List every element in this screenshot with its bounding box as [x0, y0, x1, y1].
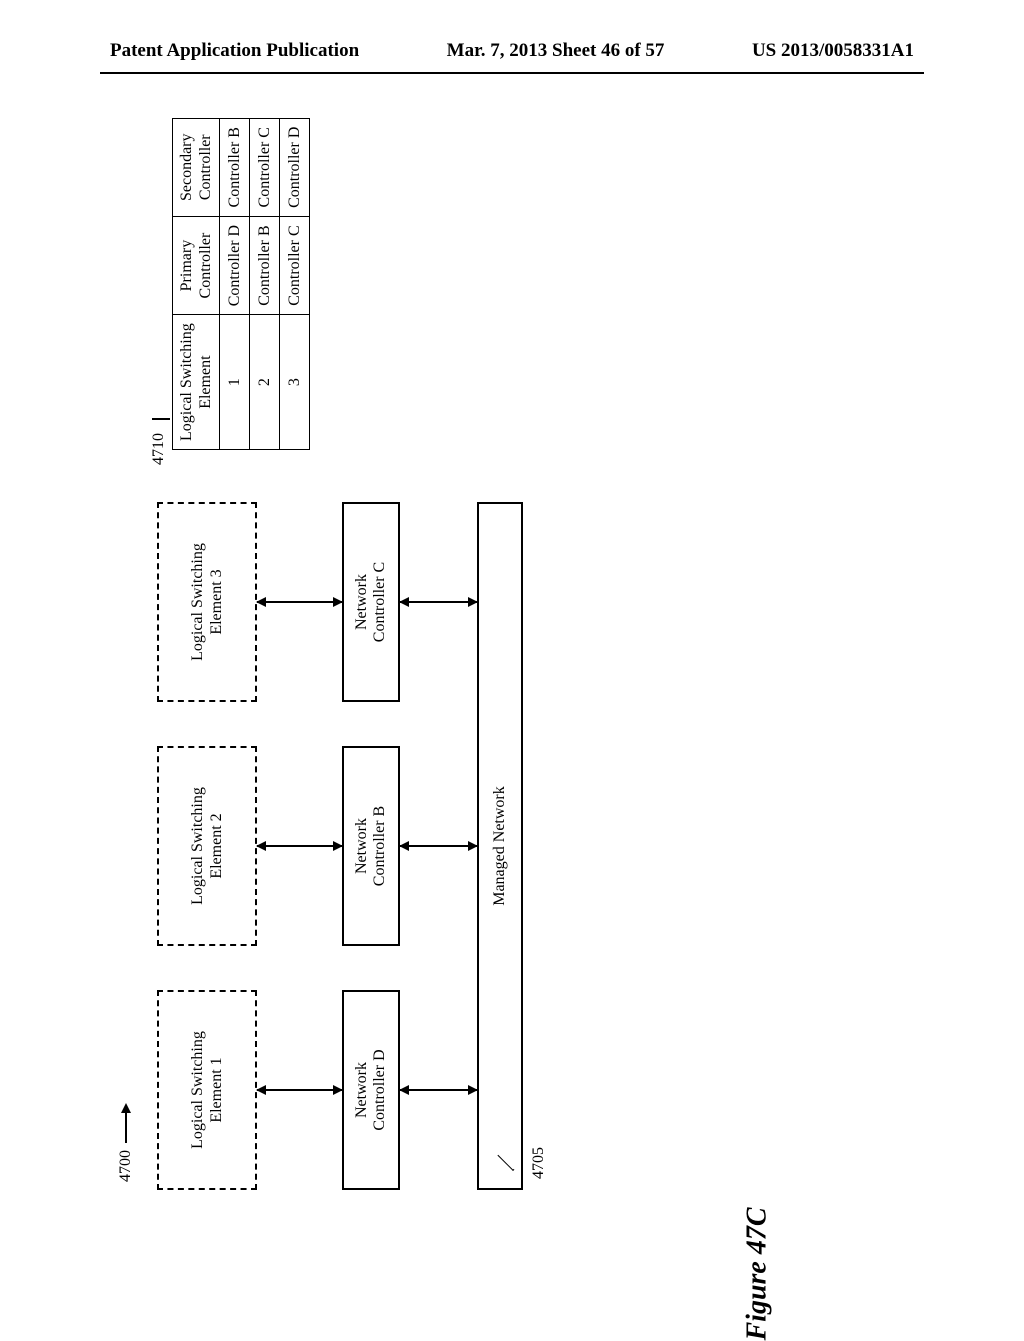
lse-3-line1: Logical Switching — [189, 543, 206, 661]
cell-lse-2: 2 — [250, 315, 280, 450]
connector-lse2-ctrl — [257, 845, 342, 847]
cell-pri-1: Controller D — [220, 216, 250, 314]
table-row: 3 Controller C Controller D — [280, 118, 310, 449]
cell-sec-1: Controller B — [220, 118, 250, 216]
table-row: 2 Controller B Controller C — [250, 118, 280, 449]
cell-sec-3: Controller D — [280, 118, 310, 216]
ctrl-1-line1: Network — [353, 1062, 370, 1118]
cell-lse-1: 1 — [220, 315, 250, 450]
controller-box-d: Network Controller D — [342, 990, 400, 1190]
connector-lse1-ctrl — [257, 1089, 342, 1091]
diagram-canvas: 4700 Logical Switching Element 1 Logical… — [102, 110, 922, 1210]
lse-box-2: Logical Switching Element 2 — [157, 746, 257, 946]
header-left: Patent Application Publication — [110, 40, 359, 62]
header-divider — [100, 72, 924, 74]
arrow-icon — [125, 1105, 127, 1143]
ctrl-2-line1: Network — [353, 818, 370, 874]
controller-box-b: Network Controller B — [342, 746, 400, 946]
th-pri-l1: Primary — [178, 240, 195, 292]
lse-row: Logical Switching Element 1 Logical Swit… — [157, 502, 257, 1190]
ref-network: 4705 — [530, 1147, 548, 1205]
lse-box-3: Logical Switching Element 3 — [157, 502, 257, 702]
controller-assignment-table: Logical Switching Element Primary Contro… — [172, 118, 310, 450]
connector-lse3-ctrl — [257, 601, 342, 603]
ref-main: 4700 — [117, 1105, 135, 1182]
ref-table-number: 4710 — [150, 433, 168, 465]
th-lse: Logical Switching Element — [173, 315, 220, 450]
table-row: 1 Controller D Controller B — [220, 118, 250, 449]
lse-2-line2: Element 2 — [208, 813, 225, 878]
cell-pri-3: Controller C — [280, 216, 310, 314]
leader-line-table-icon — [152, 418, 170, 420]
ref-main-number: 4700 — [117, 1150, 135, 1182]
header-center: Mar. 7, 2013 Sheet 46 of 57 — [447, 40, 665, 62]
ctrl-3-line2: Controller C — [371, 562, 388, 642]
th-lse-l1: Logical Switching — [178, 323, 195, 441]
header-right: US 2013/0058331A1 — [752, 40, 914, 62]
ctrl-1-line2: Controller D — [371, 1049, 388, 1130]
th-secondary: Secondary Controller — [173, 118, 220, 216]
cell-pri-2: Controller B — [250, 216, 280, 314]
cell-sec-2: Controller C — [250, 118, 280, 216]
managed-network-box: Managed Network — [477, 502, 523, 1190]
th-sec-l1: Secondary — [178, 133, 195, 201]
ctrl-3-line1: Network — [353, 574, 370, 630]
lse-1-line2: Element 1 — [208, 1057, 225, 1122]
th-primary: Primary Controller — [173, 216, 220, 314]
table-header-row: Logical Switching Element Primary Contro… — [173, 118, 220, 449]
cell-lse-3: 3 — [280, 315, 310, 450]
ctrl-2-line2: Controller B — [371, 806, 388, 886]
lse-box-1: Logical Switching Element 1 — [157, 990, 257, 1190]
lse-1-line1: Logical Switching — [189, 1031, 206, 1149]
page-header: Patent Application Publication Mar. 7, 2… — [0, 0, 1024, 72]
th-pri-l2: Controller — [197, 233, 214, 299]
th-sec-l2: Controller — [197, 134, 214, 200]
managed-network-label: Managed Network — [491, 786, 509, 906]
lse-2-line1: Logical Switching — [189, 787, 206, 905]
connector-ctrl3-net — [400, 601, 477, 603]
ref-network-number: 4705 — [530, 1147, 547, 1179]
lse-3-line2: Element 3 — [208, 569, 225, 634]
connector-ctrl1-net — [400, 1089, 477, 1091]
connector-ctrl2-net — [400, 845, 477, 847]
th-lse-l2: Element — [197, 355, 214, 408]
controller-row: Network Controller D Network Controller … — [342, 502, 400, 1190]
figure-label: Figure 47C — [741, 1207, 773, 1340]
controller-box-c: Network Controller C — [342, 502, 400, 702]
